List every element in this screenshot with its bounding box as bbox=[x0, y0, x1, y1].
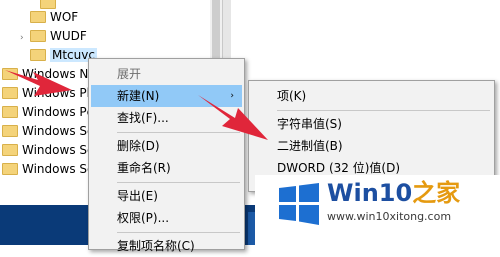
tree-scrollbar-thumb[interactable] bbox=[212, 0, 220, 62]
folder-icon bbox=[2, 163, 18, 175]
context-menu: 展开 新建(N) › 查找(F)... 删除(D) 重命名(R) 导出(E) 权限… bbox=[88, 58, 245, 253]
tree-node-windows-se-1[interactable]: Windows Se bbox=[2, 141, 94, 159]
tree-node-windows-n[interactable]: Windows N bbox=[2, 65, 88, 83]
tree-node-mtcuvc[interactable]: Mtcuvc bbox=[20, 46, 97, 64]
watermark-url: www.win10xitong.com bbox=[327, 210, 452, 223]
logo-pane-icon bbox=[299, 205, 319, 225]
tree-node-windows-sc[interactable]: Windows Sc bbox=[2, 122, 94, 140]
menu-item-permissions[interactable]: 权限(P)... bbox=[91, 207, 242, 229]
menu-item-rename[interactable]: 重命名(R) bbox=[91, 157, 242, 179]
tree-node-windows-se-2[interactable]: Windows Se bbox=[2, 160, 94, 178]
folder-icon bbox=[30, 30, 46, 42]
folder-icon bbox=[2, 106, 18, 118]
tree-node-label: Windows N bbox=[22, 67, 89, 81]
folder-icon bbox=[2, 87, 18, 99]
tree-node-windows-pc[interactable]: Windows Pc bbox=[2, 103, 93, 121]
menu-item-export[interactable]: 导出(E) bbox=[91, 185, 242, 207]
watermark: Win10之家 www.win10xitong.com bbox=[255, 175, 500, 245]
chevron-right-icon: › bbox=[230, 91, 234, 101]
logo-pane-icon bbox=[279, 205, 296, 221]
folder-icon bbox=[30, 49, 46, 61]
logo-pane-icon bbox=[299, 183, 319, 202]
windows-logo-icon bbox=[279, 183, 319, 225]
menu-item-find[interactable]: 查找(F)... bbox=[91, 107, 242, 129]
tree-node-label: Windows Pc bbox=[22, 105, 94, 119]
tree-node-windows-ph[interactable]: Windows Ph bbox=[2, 84, 94, 102]
menu-item-new[interactable]: 新建(N) › bbox=[91, 85, 242, 107]
tree-node-label: Windows Sc bbox=[22, 124, 94, 138]
tree-node-label: Windows Se bbox=[22, 162, 95, 176]
folder-icon bbox=[30, 11, 46, 23]
tree-node-wudf[interactable]: › WUDF bbox=[20, 27, 87, 45]
menu-item-copy-key-name[interactable]: 复制项名称(C) bbox=[91, 235, 242, 257]
submenu-item-string-value[interactable]: 字符串值(S) bbox=[251, 113, 492, 135]
tree-node-label: WUDF bbox=[50, 29, 87, 43]
folder-icon bbox=[2, 125, 18, 137]
menu-separator bbox=[117, 132, 240, 133]
tree-node-label: Windows Se bbox=[22, 143, 95, 157]
menu-item-delete[interactable]: 删除(D) bbox=[91, 135, 242, 157]
menu-item-expand[interactable]: 展开 bbox=[91, 63, 242, 85]
menu-separator bbox=[117, 182, 240, 183]
tree-node-wof[interactable]: WOF bbox=[20, 8, 78, 26]
tree-node-label: WOF bbox=[50, 10, 79, 24]
tree-node-label: Windows Ph bbox=[22, 86, 95, 100]
menu-separator bbox=[117, 232, 240, 233]
folder-icon bbox=[2, 144, 18, 156]
submenu-item-binary-value[interactable]: 二进制值(B) bbox=[251, 135, 492, 157]
logo-pane-icon bbox=[279, 186, 296, 202]
submenu-item-key[interactable]: 项(K) bbox=[251, 85, 492, 107]
folder-icon bbox=[2, 68, 18, 80]
menu-separator bbox=[277, 110, 490, 111]
watermark-title: Win10之家 bbox=[327, 179, 461, 207]
chevron-right-icon[interactable]: › bbox=[20, 29, 30, 47]
